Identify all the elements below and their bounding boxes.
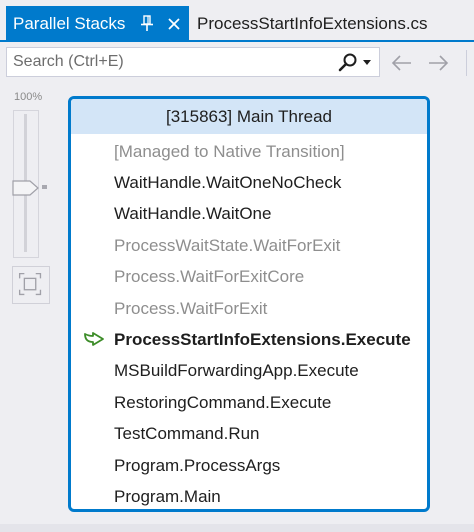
toolbar-separator [466,50,467,76]
stack-frame-label: TestCommand.Run [114,424,260,444]
zoom-level-label: 100% [14,91,43,103]
tab-processstartinfoextensions[interactable]: ProcessStartInfoExtensions.cs [197,6,428,42]
stack-frame[interactable]: ProcessStartInfoExtensions.Execute [71,324,427,355]
stack-frame[interactable]: Process.WaitForExitCore [71,262,427,293]
tab-parallel-stacks[interactable]: Parallel Stacks [6,6,189,42]
stack-frame[interactable]: Program.ProcessArgs [71,450,427,481]
stack-frame-label: Process.WaitForExitCore [114,267,305,287]
stack-frame-label: ProcessStartInfoExtensions.Execute [114,329,411,349]
zoom-to-fit-icon [18,272,42,296]
stack-frame[interactable]: [Managed to Native Transition] [71,136,427,167]
stack-frame[interactable]: RestoringCommand.Execute [71,387,427,418]
stack-frame[interactable]: MSBuildForwardingApp.Execute [71,356,427,387]
search-icon[interactable] [337,52,359,74]
stack-frame-label: WaitHandle.WaitOne [114,204,272,224]
stack-frame[interactable]: WaitHandle.WaitOneNoCheck [71,167,427,198]
stack-frame-label: RestoringCommand.Execute [114,392,332,412]
thread-header[interactable]: [315863] Main Thread [71,99,427,134]
stack-frame[interactable]: ProcessWaitState.WaitForExit [71,230,427,261]
stack-frame[interactable]: TestCommand.Run [71,419,427,450]
stack-frame[interactable]: Process.WaitForExit [71,293,427,324]
stack-frame-label: Program.ProcessArgs [114,455,281,475]
stack-frame-label: [Managed to Native Transition] [114,141,345,161]
zoom-tick [42,185,47,189]
tab-bar: Parallel Stacks ProcessStartInfoExtensio… [0,0,474,42]
stack-frame[interactable]: WaitHandle.WaitOne [71,199,427,230]
search-box [6,47,380,77]
close-icon[interactable] [166,16,182,32]
arrow-right-icon[interactable] [427,55,449,71]
current-frame-arrow-icon [84,332,104,347]
tab-label: ProcessStartInfoExtensions.cs [197,14,428,33]
pin-icon[interactable] [139,15,155,33]
stack-frame-label: ProcessWaitState.WaitForExit [114,235,341,255]
stack-frame-label: Process.WaitForExit [114,298,268,318]
chevron-down-icon[interactable] [363,60,371,66]
tab-label: Parallel Stacks [13,14,126,33]
stack-frame[interactable]: Program.Main [71,481,427,509]
search-input[interactable] [7,53,327,71]
zoom-to-fit-button[interactable] [12,266,50,304]
stack-frame-box[interactable]: [315863] Main Thread [Managed to Native … [68,96,430,512]
stack-frame-label: WaitHandle.WaitOneNoCheck [114,172,342,192]
stack-frame-label: MSBuildForwardingApp.Execute [114,361,359,381]
bottom-strip [0,524,474,532]
stack-frame-label: Program.Main [114,486,221,506]
arrow-left-icon[interactable] [391,55,413,71]
toolbar [0,42,474,82]
zoom-slider-thumb[interactable] [12,180,40,196]
